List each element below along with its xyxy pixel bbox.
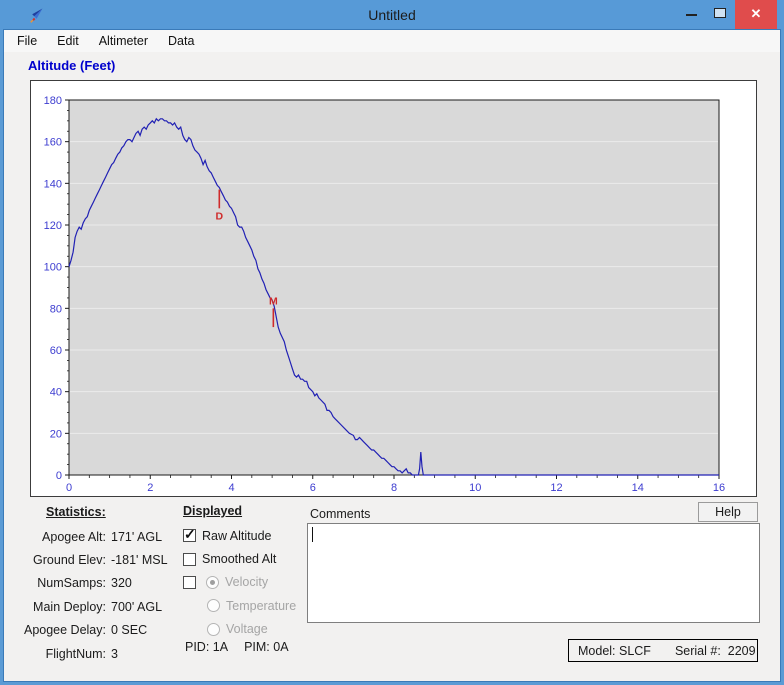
maximize-icon xyxy=(714,8,726,18)
menu-file[interactable]: File xyxy=(7,32,47,50)
svg-text:120: 120 xyxy=(44,220,62,232)
temperature-label: Temperature xyxy=(226,599,296,613)
client-area: Altitude (Feet) 020406080100120140160180… xyxy=(4,52,780,681)
svg-text:D: D xyxy=(216,210,224,222)
stat-row-flightnum: FlightNum: 3 xyxy=(18,642,178,665)
pid-pim-row: PID: 1A PIM: 0A xyxy=(185,640,315,654)
svg-text:40: 40 xyxy=(50,387,62,399)
stat-row-main-deploy: Main Deploy: 700' AGL xyxy=(18,595,178,618)
minimize-icon xyxy=(686,14,697,16)
stat-value: -181' MSL xyxy=(111,553,168,567)
stat-row-apogee-delay: Apogee Delay: 0 SEC xyxy=(18,619,178,642)
svg-text:0: 0 xyxy=(66,482,72,494)
velocity-label: Velocity xyxy=(225,575,268,589)
device-info-box: Model: SLCF Serial #: 2209 xyxy=(568,639,758,662)
serial-value: Serial #: 2209 xyxy=(675,644,756,658)
stat-row-ground-elev: Ground Elev: -181' MSL xyxy=(18,548,178,571)
voltage-label: Voltage xyxy=(226,622,268,636)
svg-text:60: 60 xyxy=(50,345,62,357)
stat-label: Apogee Delay: xyxy=(18,623,106,637)
smoothed-alt-checkbox[interactable] xyxy=(183,553,196,566)
window-title: Untitled xyxy=(0,7,784,23)
svg-text:4: 4 xyxy=(228,482,234,494)
raw-altitude-label: Raw Altitude xyxy=(202,529,271,543)
text-caret xyxy=(312,527,313,542)
menu-data[interactable]: Data xyxy=(158,32,204,50)
stat-value: 320 xyxy=(111,576,132,590)
close-button[interactable]: ✕ xyxy=(735,0,777,29)
temperature-row: Temperature xyxy=(183,594,303,617)
help-button[interactable]: Help xyxy=(698,502,758,522)
stat-row-apogee-alt: Apogee Alt: 171' AGL xyxy=(18,525,178,548)
voltage-row: Voltage xyxy=(183,618,303,641)
comments-label: Comments xyxy=(310,507,370,521)
velocity-group-checkbox[interactable] xyxy=(183,576,196,589)
displayed-block: Raw Altitude Smoothed Alt Velocity Tempe… xyxy=(183,524,303,641)
stat-row-numsamps: NumSamps: 320 xyxy=(18,572,178,595)
pid-value: PID: 1A xyxy=(185,640,228,654)
altitude-chart: 0 20 40 60 80 100 120 140 160 180 0 2 4 6 8 10 12 14 16 D M xyxy=(31,81,756,496)
chart-title: Altitude (Feet) xyxy=(28,58,115,73)
menubar: File Edit Altimeter Data xyxy=(4,30,780,52)
stat-value: 171' AGL xyxy=(111,530,162,544)
stat-value: 700' AGL xyxy=(111,600,162,614)
pim-value: PIM: 0A xyxy=(244,640,288,654)
svg-text:14: 14 xyxy=(632,482,644,494)
stat-label: NumSamps: xyxy=(18,576,106,590)
svg-text:2: 2 xyxy=(147,482,153,494)
minimize-button[interactable] xyxy=(678,0,706,29)
displayed-header: Displayed xyxy=(183,504,242,518)
stat-label: FlightNum: xyxy=(18,647,106,661)
svg-text:10: 10 xyxy=(469,482,481,494)
titlebar[interactable]: Untitled ✕ xyxy=(0,0,784,30)
smoothed-alt-label: Smoothed Alt xyxy=(202,552,276,566)
stat-label: Ground Elev: xyxy=(18,553,106,567)
svg-text:8: 8 xyxy=(391,482,397,494)
svg-text:140: 140 xyxy=(44,178,62,190)
svg-text:12: 12 xyxy=(550,482,562,494)
svg-text:160: 160 xyxy=(44,137,62,149)
statistics-header: Statistics: xyxy=(46,505,106,519)
comments-textarea[interactable] xyxy=(307,523,760,623)
close-icon: ✕ xyxy=(735,6,777,22)
velocity-group-row: Velocity xyxy=(183,571,303,594)
stat-label: Main Deploy: xyxy=(18,600,106,614)
svg-text:16: 16 xyxy=(713,482,725,494)
model-value: Model: SLCF xyxy=(578,644,651,658)
svg-text:180: 180 xyxy=(44,95,62,107)
stat-value: 3 xyxy=(111,647,118,661)
temperature-radio xyxy=(207,599,220,612)
voltage-radio xyxy=(207,623,220,636)
smoothed-alt-row: Smoothed Alt xyxy=(183,547,303,570)
menu-altimeter[interactable]: Altimeter xyxy=(89,32,158,50)
altitude-chart-panel: 0 20 40 60 80 100 120 140 160 180 0 2 4 6 8 10 12 14 16 D M xyxy=(30,80,757,497)
stat-label: Apogee Alt: xyxy=(18,530,106,544)
statistics-block: Apogee Alt: 171' AGL Ground Elev: -181' … xyxy=(18,525,178,665)
svg-text:80: 80 xyxy=(50,303,62,315)
menu-edit[interactable]: Edit xyxy=(47,32,89,50)
svg-text:100: 100 xyxy=(44,262,62,274)
svg-text:6: 6 xyxy=(310,482,316,494)
svg-text:0: 0 xyxy=(56,470,62,482)
raw-altitude-row: Raw Altitude xyxy=(183,524,303,547)
svg-text:20: 20 xyxy=(50,428,62,440)
velocity-radio xyxy=(206,576,219,589)
stat-value: 0 SEC xyxy=(111,623,147,637)
maximize-button[interactable] xyxy=(706,0,734,29)
app-window: Untitled ✕ File Edit Altimeter Data Alti… xyxy=(0,0,784,685)
raw-altitude-checkbox[interactable] xyxy=(183,529,196,542)
svg-text:M: M xyxy=(269,295,278,307)
